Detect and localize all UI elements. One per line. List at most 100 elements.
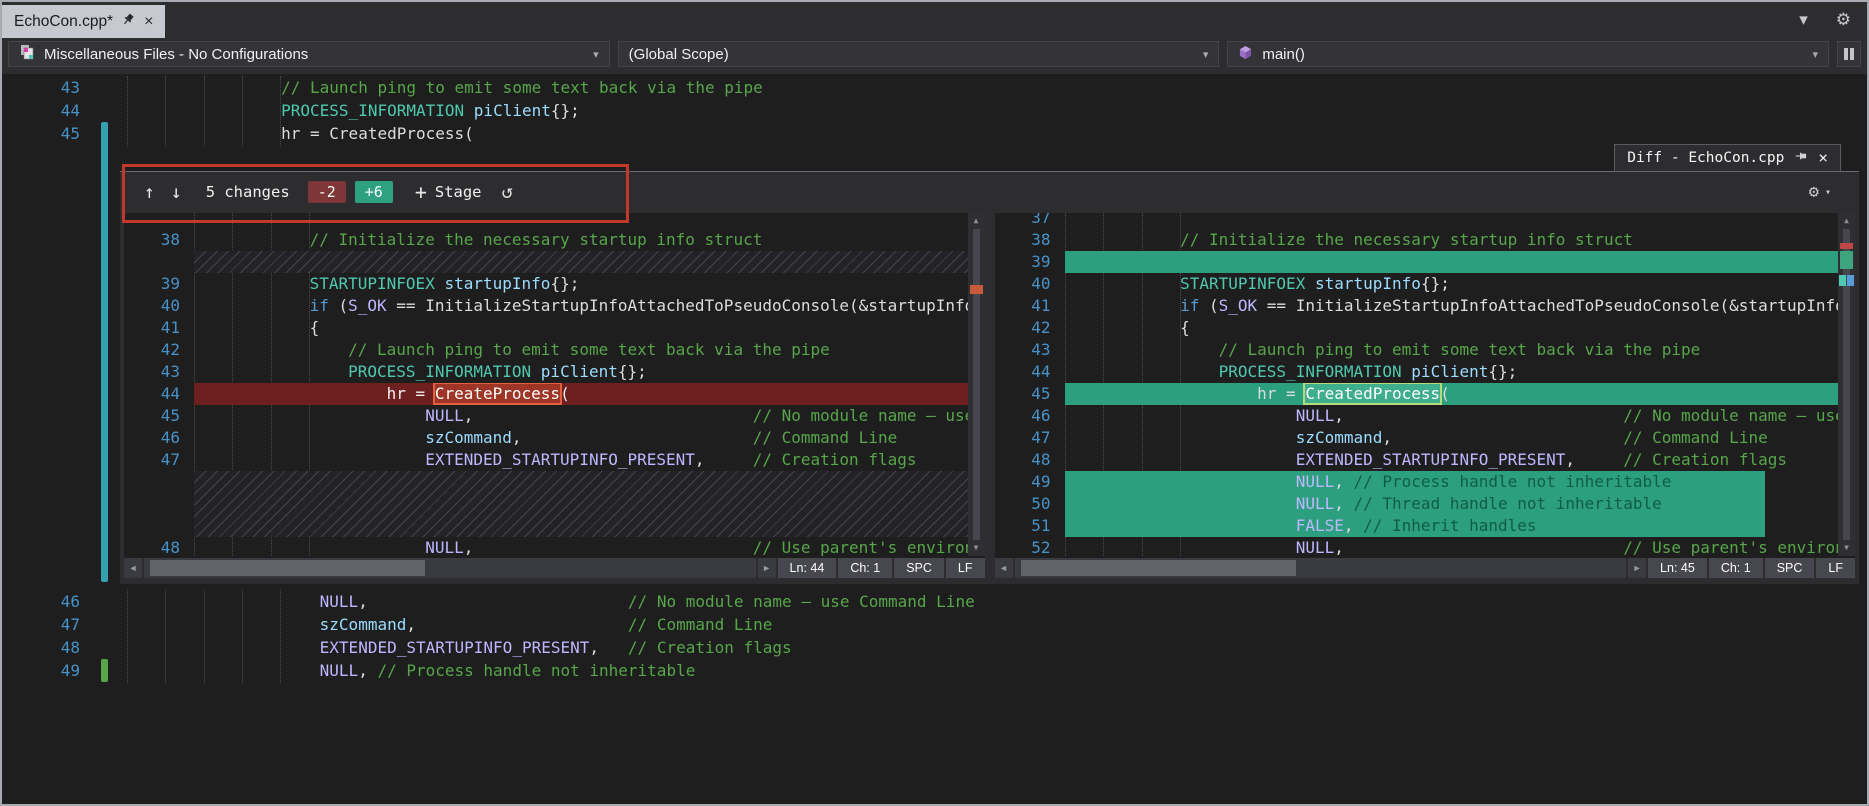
code-line: 46 NULL, // No module name — use Command…: [2, 590, 1867, 613]
code-line: 39: [995, 251, 1838, 273]
scroll-down-icon[interactable]: ▼: [1838, 541, 1855, 555]
scroll-left-button[interactable]: ◄: [994, 558, 1013, 578]
line-number: 46: [160, 428, 180, 447]
chevron-down-icon: ▾: [1812, 48, 1819, 61]
tabstrip-controls: ▾ ⚙: [1799, 2, 1867, 38]
code-line: 40 if (S_OK == InitializeStartupInfoAtta…: [124, 295, 968, 317]
diff-settings-gear-icon[interactable]: ⚙: [1809, 182, 1819, 202]
scroll-right-button[interactable]: ►: [1628, 558, 1647, 578]
scroll-right-button[interactable]: ►: [757, 558, 776, 578]
scope-dropdown-label: (Global Scope): [628, 45, 729, 63]
vertical-scrollbar[interactable]: ▲ ▼: [967, 213, 985, 556]
line-number: 44: [60, 101, 80, 120]
code-line: 44 hr = CreateProcess(: [124, 383, 968, 405]
scope-dropdown[interactable]: (Global Scope) ▾: [617, 41, 1220, 67]
code-line: 41 if (S_OK == InitializeStartupInfoAtta…: [995, 295, 1838, 317]
pin-icon[interactable]: [1795, 150, 1807, 166]
diff-pane-after: 37 38 // Initialize the necessary startup…: [994, 213, 1855, 578]
scroll-left-button[interactable]: ◄: [124, 558, 142, 578]
scroll-up-icon[interactable]: ▲: [1838, 214, 1855, 228]
line-number: 42: [160, 340, 180, 359]
diff-window-body: ↑ ↓ 5 changes -2 +6 + Stage ↺ ⚙ ▾ 38 // …: [120, 171, 1859, 584]
code-line: 40 STARTUPINFOEX startupInfo{};: [995, 273, 1839, 295]
line-number: 39: [160, 274, 180, 293]
diff-placeholder-row: [124, 471, 968, 537]
code-line: 45 hr = CreatedProcess(: [995, 383, 1838, 405]
line-number: 43: [160, 362, 180, 381]
diff-placeholder-row: [124, 251, 968, 273]
code-line: 43 // Launch ping to emit some text back…: [2, 76, 1867, 99]
stage-button[interactable]: + Stage: [415, 180, 482, 204]
chevron-down-icon[interactable]: ▾: [1825, 187, 1831, 198]
removed-count-badge: -2: [307, 181, 346, 203]
code-line: 49 NULL, // Process handle not inheritab…: [2, 659, 1867, 682]
diff-pane-before: 38 // Initialize the necessary startup i…: [124, 213, 985, 578]
pin-icon[interactable]: [123, 13, 134, 31]
diff-window-title: Diff - EchoCon.cpp: [1627, 150, 1785, 166]
diff-before-statusbar: ◄ ► Ln: 44 Ch: 1 SPC LF: [124, 558, 985, 578]
project-dropdown-label: Miscellaneous Files - No Configurations: [44, 45, 309, 63]
previous-change-button[interactable]: ↑: [144, 182, 155, 203]
line-number: [124, 471, 180, 537]
scroll-down-icon[interactable]: ▼: [968, 541, 985, 555]
line-number: 45: [160, 406, 180, 425]
scrollbar-thumb[interactable]: [150, 560, 426, 576]
gear-icon[interactable]: ⚙: [1836, 10, 1851, 30]
visual-studio-window: EchoCon.cpp* × ▾ ⚙ Miscellaneous Files -…: [0, 0, 1869, 806]
miscellaneous-files-icon: [19, 44, 35, 64]
scrollbar-cursor-marker: [1847, 275, 1854, 286]
diff-window-tab[interactable]: Diff - EchoCon.cpp ×: [1614, 144, 1841, 171]
diff-tool-window: Diff - EchoCon.cpp × ↑ ↓ 5 changes -2 +6…: [120, 144, 1859, 584]
line-number: 43: [60, 78, 80, 97]
next-change-button[interactable]: ↓: [171, 182, 182, 203]
member-dropdown[interactable]: main() ▾: [1227, 41, 1830, 67]
line-number: 44: [160, 384, 180, 403]
scrollbar-removed-marker: [1840, 243, 1853, 249]
close-icon[interactable]: ×: [1818, 150, 1828, 166]
line-number: 40: [1031, 274, 1051, 293]
code-line: 38 // Initialize the necessary startup i…: [124, 229, 968, 251]
project-dropdown[interactable]: Miscellaneous Files - No Configurations …: [8, 41, 610, 67]
code-line: 45 NULL, // No module name — use Command…: [124, 405, 968, 427]
code-line: 42 {: [995, 317, 1839, 339]
indent-mode-indicator[interactable]: SPC: [1764, 558, 1815, 578]
method-cube-icon: [1238, 45, 1253, 64]
navbar-toggle-button[interactable]: [1837, 41, 1862, 67]
line-number: 43: [1031, 340, 1051, 359]
line-number: 46: [60, 592, 80, 611]
document-tab-echocon[interactable]: EchoCon.cpp* ×: [2, 5, 166, 38]
line-number: 52: [1031, 538, 1051, 556]
scrollbar-added-marker: [1840, 251, 1853, 269]
diff-after-code: 37 38 // Initialize the necessary startup…: [995, 213, 1855, 556]
line-number: 47: [160, 450, 180, 469]
line-number: 45: [1031, 384, 1051, 403]
line-number: 48: [1031, 450, 1051, 469]
undo-button[interactable]: ↺: [502, 181, 513, 203]
plus-icon: +: [414, 180, 427, 204]
scrollbar-thumb[interactable]: [972, 229, 980, 540]
eol-indicator[interactable]: LF: [1816, 558, 1855, 578]
line-number: 49: [1031, 472, 1051, 491]
vertical-scrollbar[interactable]: ▲ ▼: [1838, 213, 1855, 556]
code-line: 47 szCommand, // Command Line: [995, 427, 1839, 449]
diff-before-code: 38 // Initialize the necessary startup i…: [124, 213, 985, 556]
code-line: 45 hr = CreatedProcess(: [2, 122, 1867, 145]
chevron-down-icon: ▾: [593, 48, 599, 61]
eol-indicator[interactable]: LF: [945, 558, 985, 578]
code-line: 47 szCommand, // Command Line: [2, 613, 1867, 636]
scrollbar-thumb[interactable]: [1020, 560, 1296, 576]
scroll-up-icon[interactable]: ▲: [968, 214, 985, 228]
indent-mode-indicator[interactable]: SPC: [894, 558, 944, 578]
close-icon[interactable]: ×: [144, 13, 153, 30]
code-line: 52 NULL, // Use parent's environment blo…: [995, 537, 1838, 556]
code-line: 48 EXTENDED_STARTUPINFO_PRESENT, // Crea…: [995, 449, 1839, 471]
added-line-indicator: [101, 659, 108, 682]
horizontal-scrollbar[interactable]: [144, 558, 756, 578]
column-indicator: Ch: 1: [1708, 558, 1763, 578]
horizontal-scrollbar[interactable]: [1014, 558, 1627, 578]
line-number: 41: [1031, 296, 1051, 315]
code-line: 46 NULL, // No module name — use Command…: [995, 405, 1838, 427]
code-line: 47 EXTENDED_STARTUPINFO_PRESENT, // Crea…: [124, 449, 968, 471]
line-number: 41: [160, 318, 180, 337]
chevron-down-icon[interactable]: ▾: [1799, 10, 1808, 30]
